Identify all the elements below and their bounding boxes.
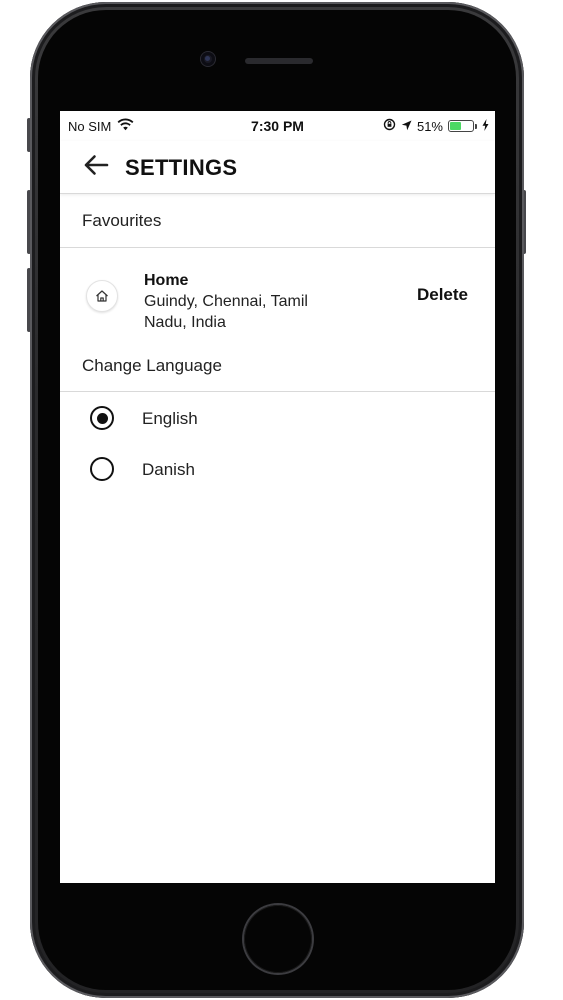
favourite-text: Home Guindy, Chennai, Tamil Nadu, India [144, 271, 344, 333]
page-title: SETTINGS [125, 155, 238, 180]
back-button[interactable] [80, 152, 112, 182]
delete-button[interactable]: Delete [417, 285, 468, 305]
device-frame-stage: No SIM 7:30 PM 51% SETTINGS Favourites H… [0, 0, 563, 1000]
favourite-item[interactable]: Home Guindy, Chennai, Tamil Nadu, India … [60, 248, 495, 340]
language-option-danish[interactable]: Danish [60, 443, 495, 494]
home-icon [86, 280, 118, 312]
front-camera [201, 52, 215, 66]
home-button[interactable] [244, 905, 312, 973]
battery-fill [450, 122, 462, 130]
arrow-left-icon [83, 154, 109, 181]
favourite-address-line2: Nadu, India [144, 314, 226, 331]
earpiece-speaker [245, 58, 313, 64]
location-arrow-icon [401, 119, 412, 134]
language-option-english[interactable]: English [60, 392, 495, 443]
favourite-address-line1: Guindy, Chennai, Tamil [144, 293, 308, 310]
charging-bolt-icon [482, 118, 489, 134]
battery-icon [448, 120, 477, 132]
status-right: 51% [383, 118, 489, 134]
favourite-title: Home [144, 272, 189, 289]
language-section-header: Change Language [60, 340, 495, 392]
radio-selected-dot [96, 412, 108, 424]
radio-button-danish[interactable] [90, 457, 114, 481]
language-label: English [142, 409, 198, 428]
battery-percent: 51% [416, 118, 443, 134]
favourites-section-header: Favourites [60, 194, 495, 248]
app-screen: No SIM 7:30 PM 51% SETTINGS Favourites H… [60, 111, 495, 883]
radio-button-english[interactable] [90, 406, 114, 430]
app-header: SETTINGS [60, 141, 495, 194]
language-label: Danish [142, 460, 195, 479]
orientation-lock-icon [383, 118, 396, 134]
status-bar: No SIM 7:30 PM 51% [60, 111, 495, 141]
